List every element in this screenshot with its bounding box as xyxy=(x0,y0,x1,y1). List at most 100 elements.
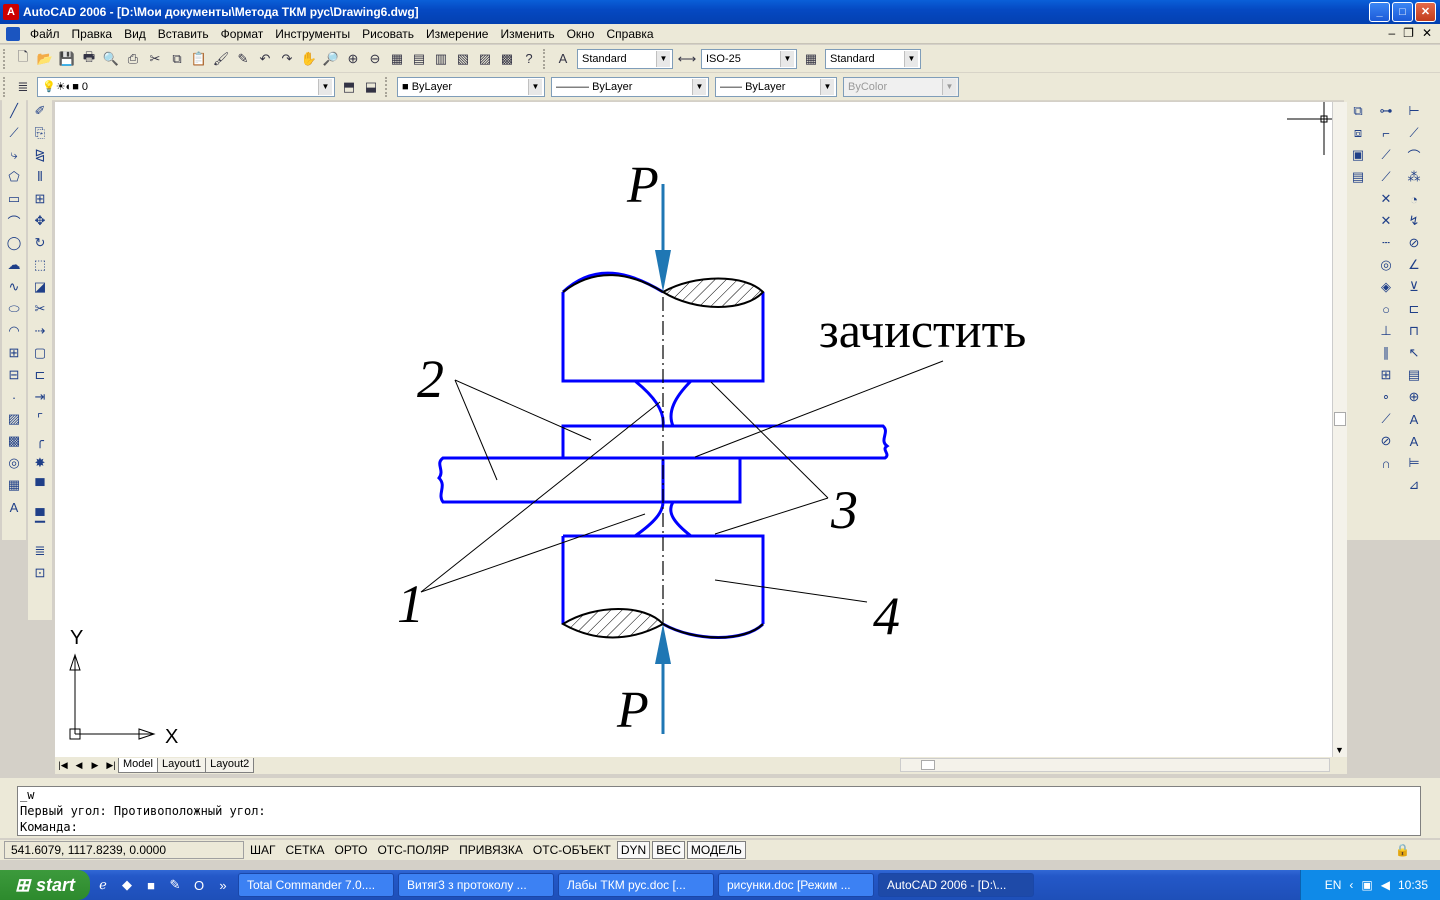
open-icon[interactable]: 📂 xyxy=(34,48,56,70)
dim-text-edit-icon[interactable]: A xyxy=(1402,430,1426,452)
doc-minimize-button[interactable]: – xyxy=(1388,26,1395,40)
break-at-point-icon[interactable]: ▢ xyxy=(28,342,52,364)
snap-extension-icon[interactable]: ┄ xyxy=(1374,232,1398,254)
toolbar-grip[interactable] xyxy=(3,48,9,69)
match-properties-icon[interactable]: 🖌 xyxy=(210,48,232,70)
osnap-toggle[interactable]: ПРИВЯЗКА xyxy=(455,841,527,859)
menu-edit[interactable]: Правка xyxy=(66,27,119,41)
snap-center-icon[interactable]: ◎ xyxy=(1374,254,1398,276)
network-icon[interactable]: ▣ xyxy=(1361,878,1372,892)
menu-format[interactable]: Формат xyxy=(215,27,270,41)
angular-dim-icon[interactable]: ∠ xyxy=(1402,254,1426,276)
snap-endpoint-icon[interactable]: ⟋ xyxy=(1374,144,1398,166)
snap-quadrant-icon[interactable]: ◈ xyxy=(1374,276,1398,298)
plot-icon[interactable]: 🖶 xyxy=(78,48,100,70)
command-prompt[interactable]: Команда: xyxy=(20,819,1420,835)
zoom-window-icon[interactable]: ⊕ xyxy=(342,48,364,70)
undo-icon[interactable]: ↶ xyxy=(254,48,276,70)
make-block-icon[interactable]: ⊟ xyxy=(2,364,26,386)
move-icon[interactable]: ✥ xyxy=(28,210,52,232)
join-icon[interactable]: ⇥ xyxy=(28,386,52,408)
publish-icon[interactable]: ⎙ xyxy=(122,48,144,70)
aligned-dim-icon[interactable]: ⟋ xyxy=(1402,122,1426,144)
table-style-icon[interactable]: ▦ xyxy=(800,48,822,70)
table-style-select[interactable]: Standard ▼ xyxy=(825,48,921,69)
ortho-toggle[interactable]: ОРТО xyxy=(331,841,372,859)
cut-icon[interactable]: ✂ xyxy=(144,48,166,70)
last-tab-icon[interactable]: ▶| xyxy=(103,760,119,771)
mirror-icon[interactable]: ⧎ xyxy=(28,144,52,166)
scale-icon[interactable]: ⬚ xyxy=(28,254,52,276)
bring-to-front-icon[interactable]: ⧉ xyxy=(1346,100,1370,122)
hatch-back-icon[interactable]: ⊡ xyxy=(28,562,52,584)
multiline-text-icon[interactable]: A xyxy=(2,496,26,518)
quicklaunch-edit-icon[interactable]: ✎ xyxy=(164,877,186,893)
menu-dimension[interactable]: Измерение xyxy=(420,27,494,41)
zoom-realtime-icon[interactable]: 🔎 xyxy=(320,48,342,70)
task-word-risunki[interactable]: рисунки.doc [Режим ... xyxy=(718,873,874,897)
menu-view[interactable]: Вид xyxy=(118,27,152,41)
quicklaunch-save-icon[interactable]: ■ xyxy=(140,878,162,893)
horizontal-scroll-thumb[interactable] xyxy=(921,760,935,770)
dyn-toggle[interactable]: DYN xyxy=(616,841,651,859)
bring-forward-icon[interactable]: ▣ xyxy=(1346,144,1370,166)
snap-perpendicular-icon[interactable]: ⊥ xyxy=(1374,320,1398,342)
snap-midpoint-icon[interactable]: ⟋ xyxy=(1374,166,1398,188)
make-current-layer-icon[interactable]: ⬒ xyxy=(338,76,360,98)
table-icon[interactable]: ▦ xyxy=(2,474,26,496)
menu-tools[interactable]: Инструменты xyxy=(269,27,356,41)
bring-above-icon[interactable]: ▔ xyxy=(28,518,52,540)
lineweight-select[interactable]: —— ByLayer ▼ xyxy=(715,76,837,97)
task-word-laby[interactable]: Лабы ТКМ рус.doc [... xyxy=(558,873,714,897)
osnap-settings-icon[interactable]: ∩ xyxy=(1374,452,1398,474)
snap-parallel-icon[interactable]: ∥ xyxy=(1374,342,1398,364)
tab-layout2[interactable]: Layout2 xyxy=(205,758,255,773)
snap-apparent-icon[interactable]: ✕ xyxy=(1374,210,1398,232)
hatch-icon[interactable]: ▨ xyxy=(2,408,26,430)
line-icon[interactable]: ╱ xyxy=(2,100,26,122)
task-autocad[interactable]: AutoCAD 2006 - [D:\... xyxy=(878,873,1034,897)
tool-palettes-icon[interactable]: ▥ xyxy=(430,48,452,70)
properties-icon[interactable]: ▦ xyxy=(386,48,408,70)
array-icon[interactable]: ⊞ xyxy=(28,188,52,210)
autocad-app-icon[interactable]: A xyxy=(3,4,19,20)
snap-insert-icon[interactable]: ⊞ xyxy=(1374,364,1398,386)
minimize-button[interactable]: _ xyxy=(1369,2,1390,22)
polyline-icon[interactable]: ⤷ xyxy=(2,144,26,166)
color-select[interactable]: ■ ByLayer ▼ xyxy=(397,76,545,97)
menu-insert[interactable]: Вставить xyxy=(152,27,215,41)
drawing-canvas[interactable]: P P 2 3 1 4 зачистить Y X xyxy=(55,102,1332,757)
quick-leader-icon[interactable]: ↖ xyxy=(1402,342,1426,364)
gradient-icon[interactable]: ▩ xyxy=(2,430,26,452)
first-tab-icon[interactable]: |◀ xyxy=(55,760,71,771)
design-center-icon[interactable]: ▤ xyxy=(408,48,430,70)
polar-toggle[interactable]: ОТС-ПОЛЯР xyxy=(373,841,453,859)
stretch-icon[interactable]: ◪ xyxy=(28,276,52,298)
layer-manager-icon[interactable]: ≣ xyxy=(12,76,34,98)
menu-file[interactable]: Файл xyxy=(24,27,66,41)
send-to-back-icon[interactable]: ⧈ xyxy=(1346,122,1370,144)
redo-icon[interactable]: ↷ xyxy=(276,48,298,70)
horizontal-scrollbar[interactable] xyxy=(900,758,1330,772)
send-backward-icon[interactable]: ▤ xyxy=(1346,166,1370,188)
spline-icon[interactable]: ∿ xyxy=(2,276,26,298)
block-editor-icon[interactable]: ✎ xyxy=(232,48,254,70)
menu-modify[interactable]: Изменить xyxy=(494,27,560,41)
fillet-icon[interactable]: ╭ xyxy=(28,430,52,452)
copy-object-icon[interactable]: ⎘ xyxy=(28,122,52,144)
dim-edit-icon[interactable]: A xyxy=(1402,408,1426,430)
layer-previous-icon[interactable]: ⬓ xyxy=(360,76,382,98)
snap-none-icon[interactable]: ⊘ xyxy=(1374,430,1398,452)
dim-update-icon[interactable]: ⊨ xyxy=(1402,452,1426,474)
temp-track-icon[interactable]: ⊶ xyxy=(1374,100,1398,122)
revision-cloud-icon[interactable]: ☁ xyxy=(2,254,26,276)
snap-intersection-icon[interactable]: ✕ xyxy=(1374,188,1398,210)
sheet-set-icon[interactable]: ▧ xyxy=(452,48,474,70)
text-above-icon[interactable]: ≣ xyxy=(28,540,52,562)
dim-style-select[interactable]: ISO-25 ▼ xyxy=(701,48,797,69)
menu-help[interactable]: Справка xyxy=(600,27,659,41)
erase-icon[interactable]: ✐ xyxy=(28,100,52,122)
snap-tangent-icon[interactable]: ○ xyxy=(1374,298,1398,320)
polygon-icon[interactable]: ⬠ xyxy=(2,166,26,188)
command-history[interactable]: _w Первый угол: Противоположный угол: Ко… xyxy=(17,786,1421,836)
